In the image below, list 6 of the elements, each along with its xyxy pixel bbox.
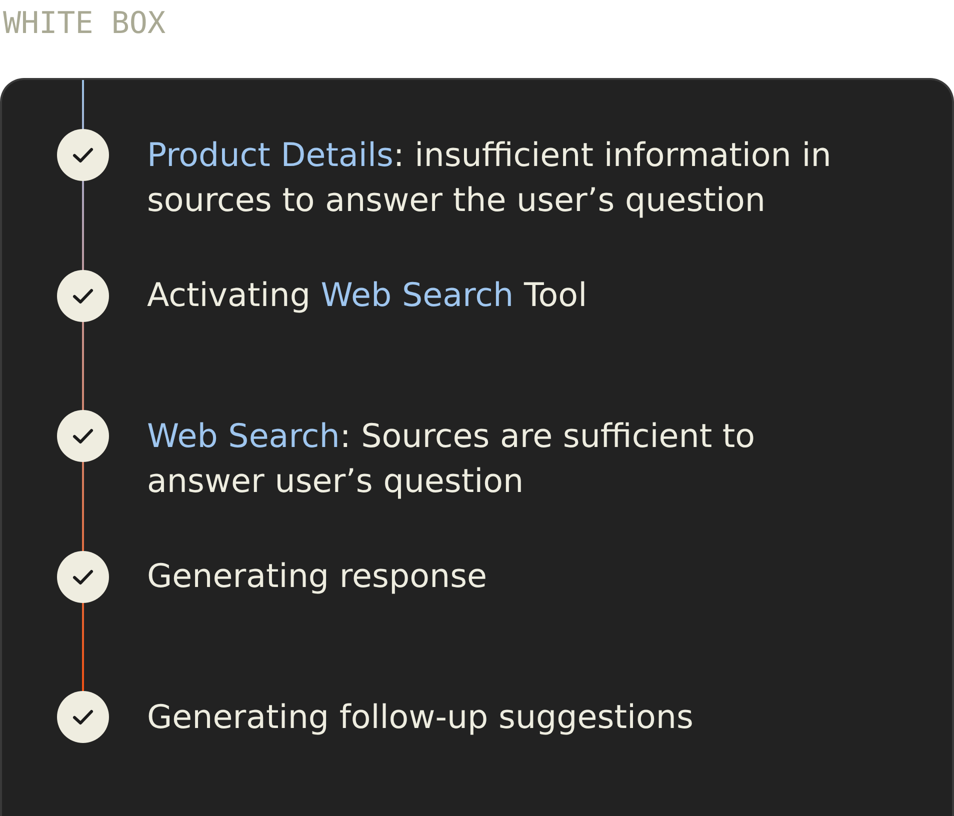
step-text: Generating follow-up suggestions [147,696,694,738]
step-text: Activating Web Search Tool [147,275,588,316]
caption-label: WHITE BOX [3,6,166,41]
step-text: Product Details: insufficient information in sources to answer the user’s question [147,134,832,220]
step-text: Generating response [147,556,488,597]
step-text: Web Search: Sources are sufficient to answer user’s question [147,416,756,502]
